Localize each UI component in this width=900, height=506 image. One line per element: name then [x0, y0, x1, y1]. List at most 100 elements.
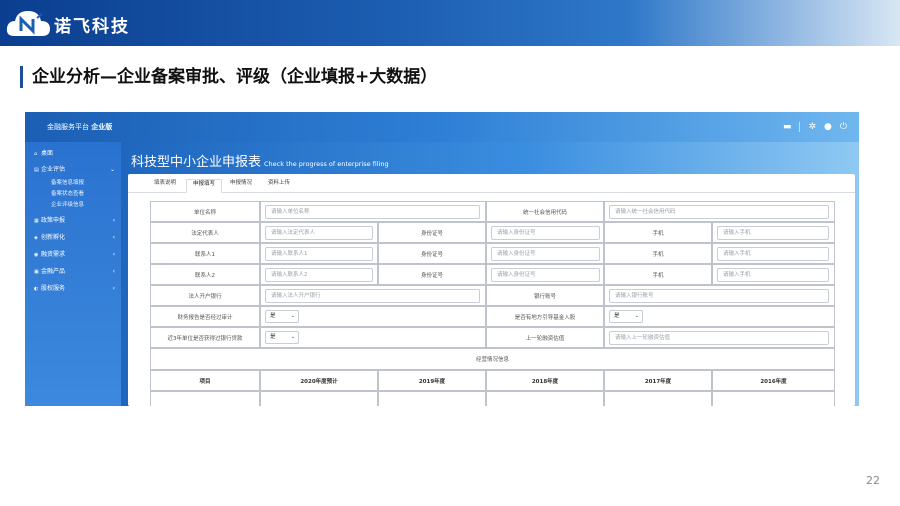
loan-select[interactable]: 是 ⌄: [265, 331, 299, 344]
contact1-id-input[interactable]: 请输入身份证号: [491, 247, 600, 261]
contact1-phone-input[interactable]: 请输入手机: [717, 247, 829, 261]
ops-column-item: 项目: [150, 370, 260, 391]
chevron-down-icon: ⌄: [109, 166, 115, 173]
divider: [799, 122, 801, 132]
page-number: 22: [866, 474, 880, 487]
audit-label: 财务报告是否经过审计: [150, 306, 260, 327]
chevron-left-icon: ‹: [112, 217, 115, 224]
valuation-label: 上一轮融资估值: [486, 327, 604, 348]
sidebar-item-incubation[interactable]: ◈ 创新孵化 ‹: [25, 232, 121, 244]
phone-label: 手机: [604, 243, 712, 264]
credit-code-label: 统一社会信用代码: [486, 201, 604, 222]
page-subtitle: Check the progress of enterprise filing: [264, 160, 389, 168]
table-row: [150, 391, 260, 406]
bag-icon: ▣: [34, 269, 39, 275]
contact2-label: 联系人2: [150, 264, 260, 285]
page-title: 科技型中小企业申报表 Check the progress of enterpri…: [131, 155, 389, 170]
app-name: 金融服务平台 企业版: [47, 122, 112, 132]
sidebar-subitem-rating[interactable]: 企业评级信息: [51, 200, 84, 210]
legal-rep-input[interactable]: 请输入法定代表人: [265, 226, 373, 240]
user-icon[interactable]: ●: [824, 121, 832, 133]
sidebar-item-equity[interactable]: ◐ 股权服务 ‹: [25, 283, 121, 295]
gov-fund-select[interactable]: 是 ⌄: [609, 310, 643, 323]
unit-name-label: 单位名称: [150, 201, 260, 222]
audit-select[interactable]: 是 ⌄: [265, 310, 299, 323]
ops-column-2017: 2017年度: [604, 370, 712, 391]
chart-icon: ▤: [34, 167, 39, 173]
home-icon: ⌂: [34, 151, 38, 157]
contact1-input[interactable]: 请输入联系人1: [265, 247, 373, 261]
power-icon[interactable]: ⏻: [840, 121, 847, 133]
bank-input[interactable]: 请输入法人开户银行: [265, 289, 480, 303]
loan-label: 近3年单位是否获得过银行贷款: [150, 327, 260, 348]
chevron-left-icon: ‹: [112, 234, 115, 241]
sidebar-item-products[interactable]: ▣ 金融产品 ‹: [25, 266, 121, 278]
ops-column-2019: 2019年度: [378, 370, 486, 391]
unit-name-input[interactable]: 请输入单位名称: [265, 205, 480, 219]
chevron-left-icon: ‹: [112, 268, 115, 275]
doc-icon: ▦: [34, 218, 39, 224]
contact2-input[interactable]: 请输入联系人2: [265, 268, 373, 282]
tab-bar: 填表说明 申报填写 申报情况 资料上传: [128, 174, 855, 193]
valuation-input[interactable]: 请输入上一轮融资估值: [609, 331, 829, 345]
contact1-label: 联系人1: [150, 243, 260, 264]
slide-header-bar: 诺飞科技: [0, 0, 900, 46]
chevron-left-icon: ‹: [112, 251, 115, 258]
table-row: [712, 391, 835, 406]
brand-name: 诺飞科技: [54, 17, 130, 37]
sidebar: ⌂ 桌面 ▤ 企业评估 ⌄ 备案信息填报 备案状态查看 企业评级信息 ▦ 政策申报 ‹ ◈…: [25, 142, 121, 406]
chat-icon[interactable]: ▬: [783, 121, 792, 133]
money-icon: ◉: [34, 252, 39, 258]
sidebar-item-enterprise-eval[interactable]: ▤ 企业评估 ⌄: [25, 164, 121, 176]
share-icon: ◐: [34, 286, 39, 292]
tab-status[interactable]: 申报情况: [224, 179, 258, 193]
tab-fill[interactable]: 申报填写: [186, 179, 223, 193]
table-row: [260, 391, 378, 406]
sidebar-subitem-filing[interactable]: 备案信息填报: [51, 178, 84, 188]
tab-upload[interactable]: 资料上传: [262, 179, 296, 193]
sidebar-item-desktop[interactable]: ⌂ 桌面: [25, 148, 121, 160]
app-window: 金融服务平台 企业版 ▬ ✲ ● ⏻ ⌂ 桌面 ▤ 企业评估 ⌄ 备案信息填报 备案状…: [25, 112, 859, 406]
phone-input[interactable]: 请输入手机: [717, 226, 829, 240]
legal-rep-label: 法定代表人: [150, 222, 260, 243]
table-row: [486, 391, 604, 406]
app-name-prefix: 金融服务平台: [47, 123, 89, 131]
chevron-down-icon: ⌄: [634, 313, 639, 319]
application-form-table: 单位名称 请输入单位名称 统一社会信用代码 请输入统一社会信用代码 法定代表人 …: [150, 201, 835, 406]
table-row: [378, 391, 486, 406]
gear-icon[interactable]: ✲: [808, 121, 816, 133]
ops-column-2018: 2018年度: [486, 370, 604, 391]
id-label: 身份证号: [378, 243, 486, 264]
form-card: 填表说明 申报填写 申报情况 资料上传 单位名称 请输入单位名称 统一社会信用代…: [128, 174, 855, 406]
sidebar-subitem-status[interactable]: 备案状态查看: [51, 189, 84, 199]
ops-column-2016: 2016年度: [712, 370, 835, 391]
bank-label: 法人开户银行: [150, 285, 260, 306]
header-icons: ▬ ✲ ● ⏻: [783, 121, 847, 133]
id-label: 身份证号: [378, 264, 486, 285]
tab-instructions[interactable]: 填表说明: [148, 179, 182, 193]
credit-code-input[interactable]: 请输入统一社会信用代码: [609, 205, 829, 219]
ops-column-2020: 2020年度预计: [260, 370, 378, 391]
sidebar-item-financing[interactable]: ◉ 融资需求 ‹: [25, 249, 121, 261]
chevron-down-icon: ⌄: [290, 334, 295, 340]
bulb-icon: ◈: [34, 235, 38, 241]
main-content: 科技型中小企业申报表 Check the progress of enterpri…: [121, 142, 859, 406]
id-label: 身份证号: [378, 222, 486, 243]
slide-title: 企业分析—企业备案审批、评级（企业填报+大数据）: [20, 66, 437, 88]
contact2-phone-input[interactable]: 请输入手机: [717, 268, 829, 282]
app-name-suffix: 企业版: [91, 123, 113, 131]
id-input[interactable]: 请输入身份证号: [491, 226, 600, 240]
cloud-logo-icon: [6, 11, 50, 36]
sidebar-item-policy[interactable]: ▦ 政策申报 ‹: [25, 215, 121, 227]
gov-fund-label: 是否有地方引导基金入股: [486, 306, 604, 327]
ops-section-header: 经营情况信息: [150, 348, 835, 370]
app-header: 金融服务平台 企业版 ▬ ✲ ● ⏻: [25, 112, 859, 142]
chevron-left-icon: ‹: [112, 285, 115, 292]
phone-label: 手机: [604, 222, 712, 243]
chevron-down-icon: ⌄: [290, 313, 295, 319]
phone-label: 手机: [604, 264, 712, 285]
account-label: 银行账号: [486, 285, 604, 306]
contact2-id-input[interactable]: 请输入身份证号: [491, 268, 600, 282]
table-row: [604, 391, 712, 406]
account-input[interactable]: 请输入银行账号: [609, 289, 829, 303]
